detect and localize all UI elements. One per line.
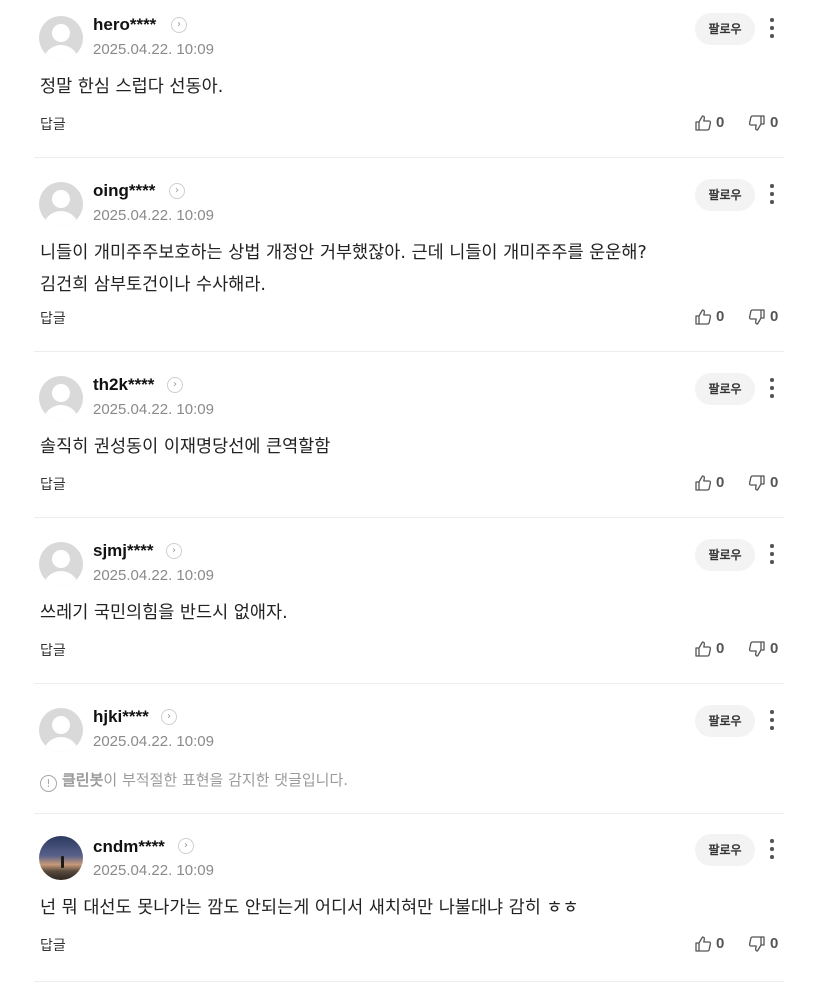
chevron-right-icon[interactable]: › (171, 17, 187, 33)
cleanbot-notice[interactable]: ! 클린봇이 부적절한 표현을 감지한 댓글입니다. (40, 769, 348, 792)
thumbs-up-icon (695, 936, 712, 952)
comment: hero**** › 2025.04.22. 10:09 팔로우 정말 한심 스… (34, 0, 784, 158)
comment-date: 2025.04.22. 10:09 (93, 862, 214, 879)
thumbs-up-icon (695, 475, 712, 491)
dislike-button[interactable]: 0 (748, 473, 784, 493)
thumbs-up-icon (695, 641, 712, 657)
like-count: 0 (716, 308, 725, 325)
comment-date: 2025.04.22. 10:09 (93, 207, 214, 224)
dislike-button[interactable]: 0 (748, 934, 784, 954)
divider (34, 981, 784, 982)
comment: oing**** › 2025.04.22. 10:09 팔로우 니들이 개미주… (34, 166, 784, 352)
dislike-count: 0 (770, 640, 779, 657)
dislike-count: 0 (770, 308, 779, 325)
avatar[interactable] (39, 182, 83, 226)
comment: sjmj**** › 2025.04.22. 10:09 팔로우 쓰레기 국민의… (34, 526, 784, 684)
like-count: 0 (716, 640, 725, 657)
dislike-button[interactable]: 0 (748, 639, 784, 659)
comment-date: 2025.04.22. 10:09 (93, 401, 214, 418)
chevron-right-icon[interactable]: › (161, 709, 177, 725)
dislike-count: 0 (770, 935, 779, 952)
follow-button[interactable]: 팔로우 (695, 13, 755, 45)
comment-text: 정말 한심 스럽다 선동아. (40, 77, 224, 97)
nickname[interactable]: oing**** (93, 181, 155, 201)
comment: cndm**** › 2025.04.22. 10:09 팔로우 넌 뭐 대선도… (34, 822, 784, 982)
thumbs-down-icon (748, 641, 765, 657)
cleanbot-name: 클린봇 (62, 771, 104, 789)
thumbs-down-icon (748, 936, 765, 952)
chevron-right-icon[interactable]: › (178, 838, 194, 854)
more-options-icon[interactable] (764, 837, 780, 863)
thumbs-down-icon (748, 115, 765, 131)
comment-date: 2025.04.22. 10:09 (93, 733, 214, 750)
dislike-button[interactable]: 0 (748, 113, 784, 133)
nickname[interactable]: hjki**** (93, 707, 149, 727)
comment-date: 2025.04.22. 10:09 (93, 567, 214, 584)
chevron-right-icon[interactable]: › (166, 543, 182, 559)
avatar[interactable] (39, 376, 83, 420)
nickname[interactable]: cndm**** (93, 837, 165, 857)
like-count: 0 (716, 474, 725, 491)
thumbs-up-icon (695, 309, 712, 325)
follow-button[interactable]: 팔로우 (695, 834, 755, 866)
nickname[interactable]: sjmj**** (93, 541, 153, 561)
follow-button[interactable]: 팔로우 (695, 179, 755, 211)
like-button[interactable]: 0 (694, 473, 730, 493)
like-button[interactable]: 0 (694, 307, 730, 327)
chevron-right-icon[interactable]: › (167, 377, 183, 393)
comment-text: 쓰레기 국민의힘을 반드시 없애자. (40, 603, 288, 623)
more-options-icon[interactable] (764, 708, 780, 734)
comment-text: 넌 뭐 대선도 못나가는 깜도 안되는게 어디서 새치혀만 나불대냐 감히 ㅎㅎ (40, 898, 579, 918)
dislike-button[interactable]: 0 (748, 307, 784, 327)
comment-date: 2025.04.22. 10:09 (93, 41, 214, 58)
more-options-icon[interactable] (764, 16, 780, 42)
like-count: 0 (716, 935, 725, 952)
thumbs-up-icon (695, 115, 712, 131)
follow-button[interactable]: 팔로우 (695, 705, 755, 737)
comment-text: 솔직히 권성동이 이재명당선에 큰역할함 (40, 437, 331, 457)
divider (34, 683, 784, 684)
more-options-icon[interactable] (764, 182, 780, 208)
like-button[interactable]: 0 (694, 934, 730, 954)
like-button[interactable]: 0 (694, 113, 730, 133)
chevron-right-icon[interactable]: › (169, 183, 185, 199)
thumbs-down-icon (748, 475, 765, 491)
avatar[interactable] (39, 16, 83, 60)
nickname[interactable]: th2k**** (93, 375, 154, 395)
dislike-count: 0 (770, 474, 779, 491)
like-button[interactable]: 0 (694, 639, 730, 659)
reply-button[interactable]: 답글 (40, 474, 66, 494)
cleanbot-text: 이 부적절한 표현을 감지한 댓글입니다. (103, 771, 349, 789)
avatar[interactable] (39, 836, 83, 880)
exclamation-circle-icon: ! (40, 775, 57, 792)
reply-button[interactable]: 답글 (40, 114, 66, 134)
comment: th2k**** › 2025.04.22. 10:09 팔로우 솔직히 권성동… (34, 360, 784, 518)
follow-button[interactable]: 팔로우 (695, 539, 755, 571)
more-options-icon[interactable] (764, 542, 780, 568)
like-count: 0 (716, 114, 725, 131)
comment: hjki**** › 2025.04.22. 10:09 팔로우 ! 클린봇이 부… (34, 692, 784, 812)
reply-button[interactable]: 답글 (40, 640, 66, 660)
comment-text: 니들이 개미주주보호하는 상법 개정안 거부했잖아. 근데 니들이 개미주주를 … (40, 243, 647, 295)
divider (34, 157, 784, 158)
more-options-icon[interactable] (764, 376, 780, 402)
follow-button[interactable]: 팔로우 (695, 373, 755, 405)
divider (34, 517, 784, 518)
divider (34, 813, 784, 814)
avatar[interactable] (39, 542, 83, 586)
dislike-count: 0 (770, 114, 779, 131)
reply-button[interactable]: 답글 (40, 935, 66, 955)
nickname[interactable]: hero**** (93, 15, 156, 35)
thumbs-down-icon (748, 309, 765, 325)
avatar[interactable] (39, 708, 83, 752)
divider (34, 351, 784, 352)
reply-button[interactable]: 답글 (40, 308, 66, 328)
